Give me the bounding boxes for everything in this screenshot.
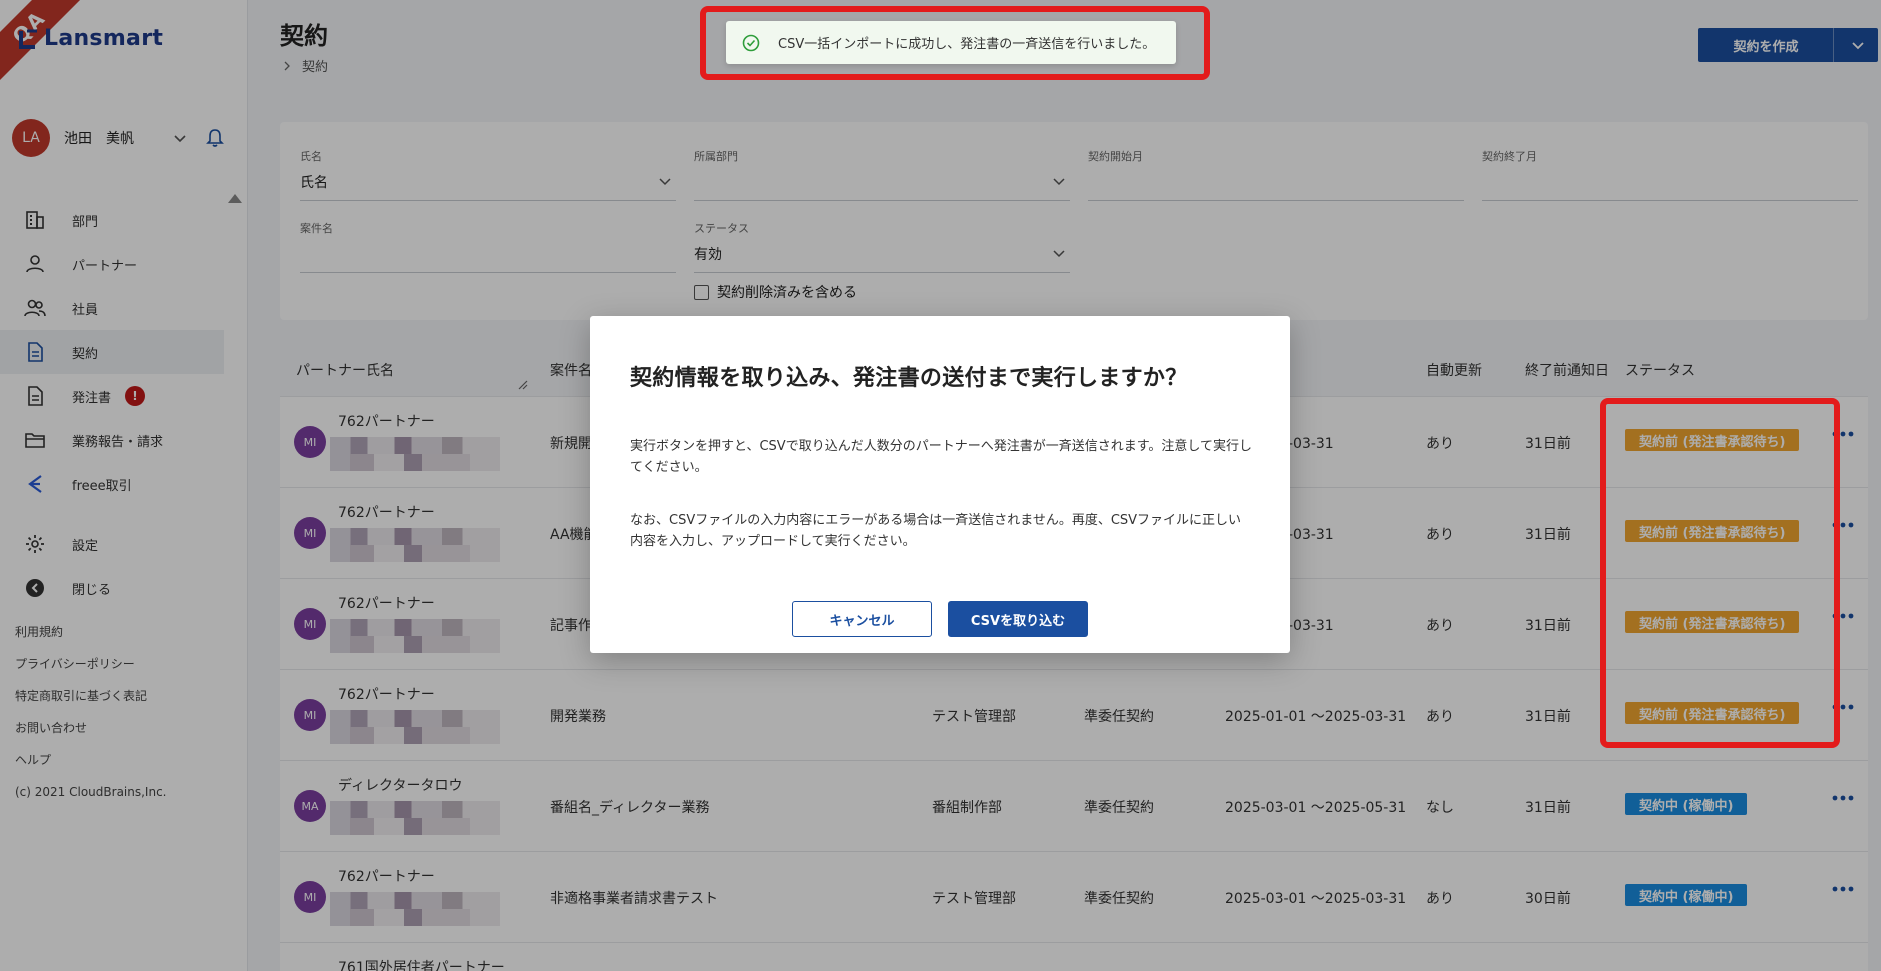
import-csv-button[interactable]: CSVを取り込む <box>948 601 1088 637</box>
cancel-button[interactable]: キャンセル <box>792 601 932 637</box>
annotation-box-status <box>1600 398 1840 748</box>
annotation-box-toast <box>700 6 1210 80</box>
dialog-message-1: 実行ボタンを押すと、CSVで取り込んだ人数分のパートナーへ発注書が一斉送信されま… <box>630 439 1253 475</box>
dialog-title: 契約情報を取り込み、発注書の送付まで実行しますか？ <box>630 366 1188 391</box>
confirm-import-dialog: 契約情報を取り込み、発注書の送付まで実行しますか？ 実行ボタンを押すと、CSVで… <box>590 316 1290 653</box>
dialog-message-2: なお、CSVファイルの入力内容にエラーがある場合は一斉送信されません。再度、CS… <box>630 513 1242 549</box>
